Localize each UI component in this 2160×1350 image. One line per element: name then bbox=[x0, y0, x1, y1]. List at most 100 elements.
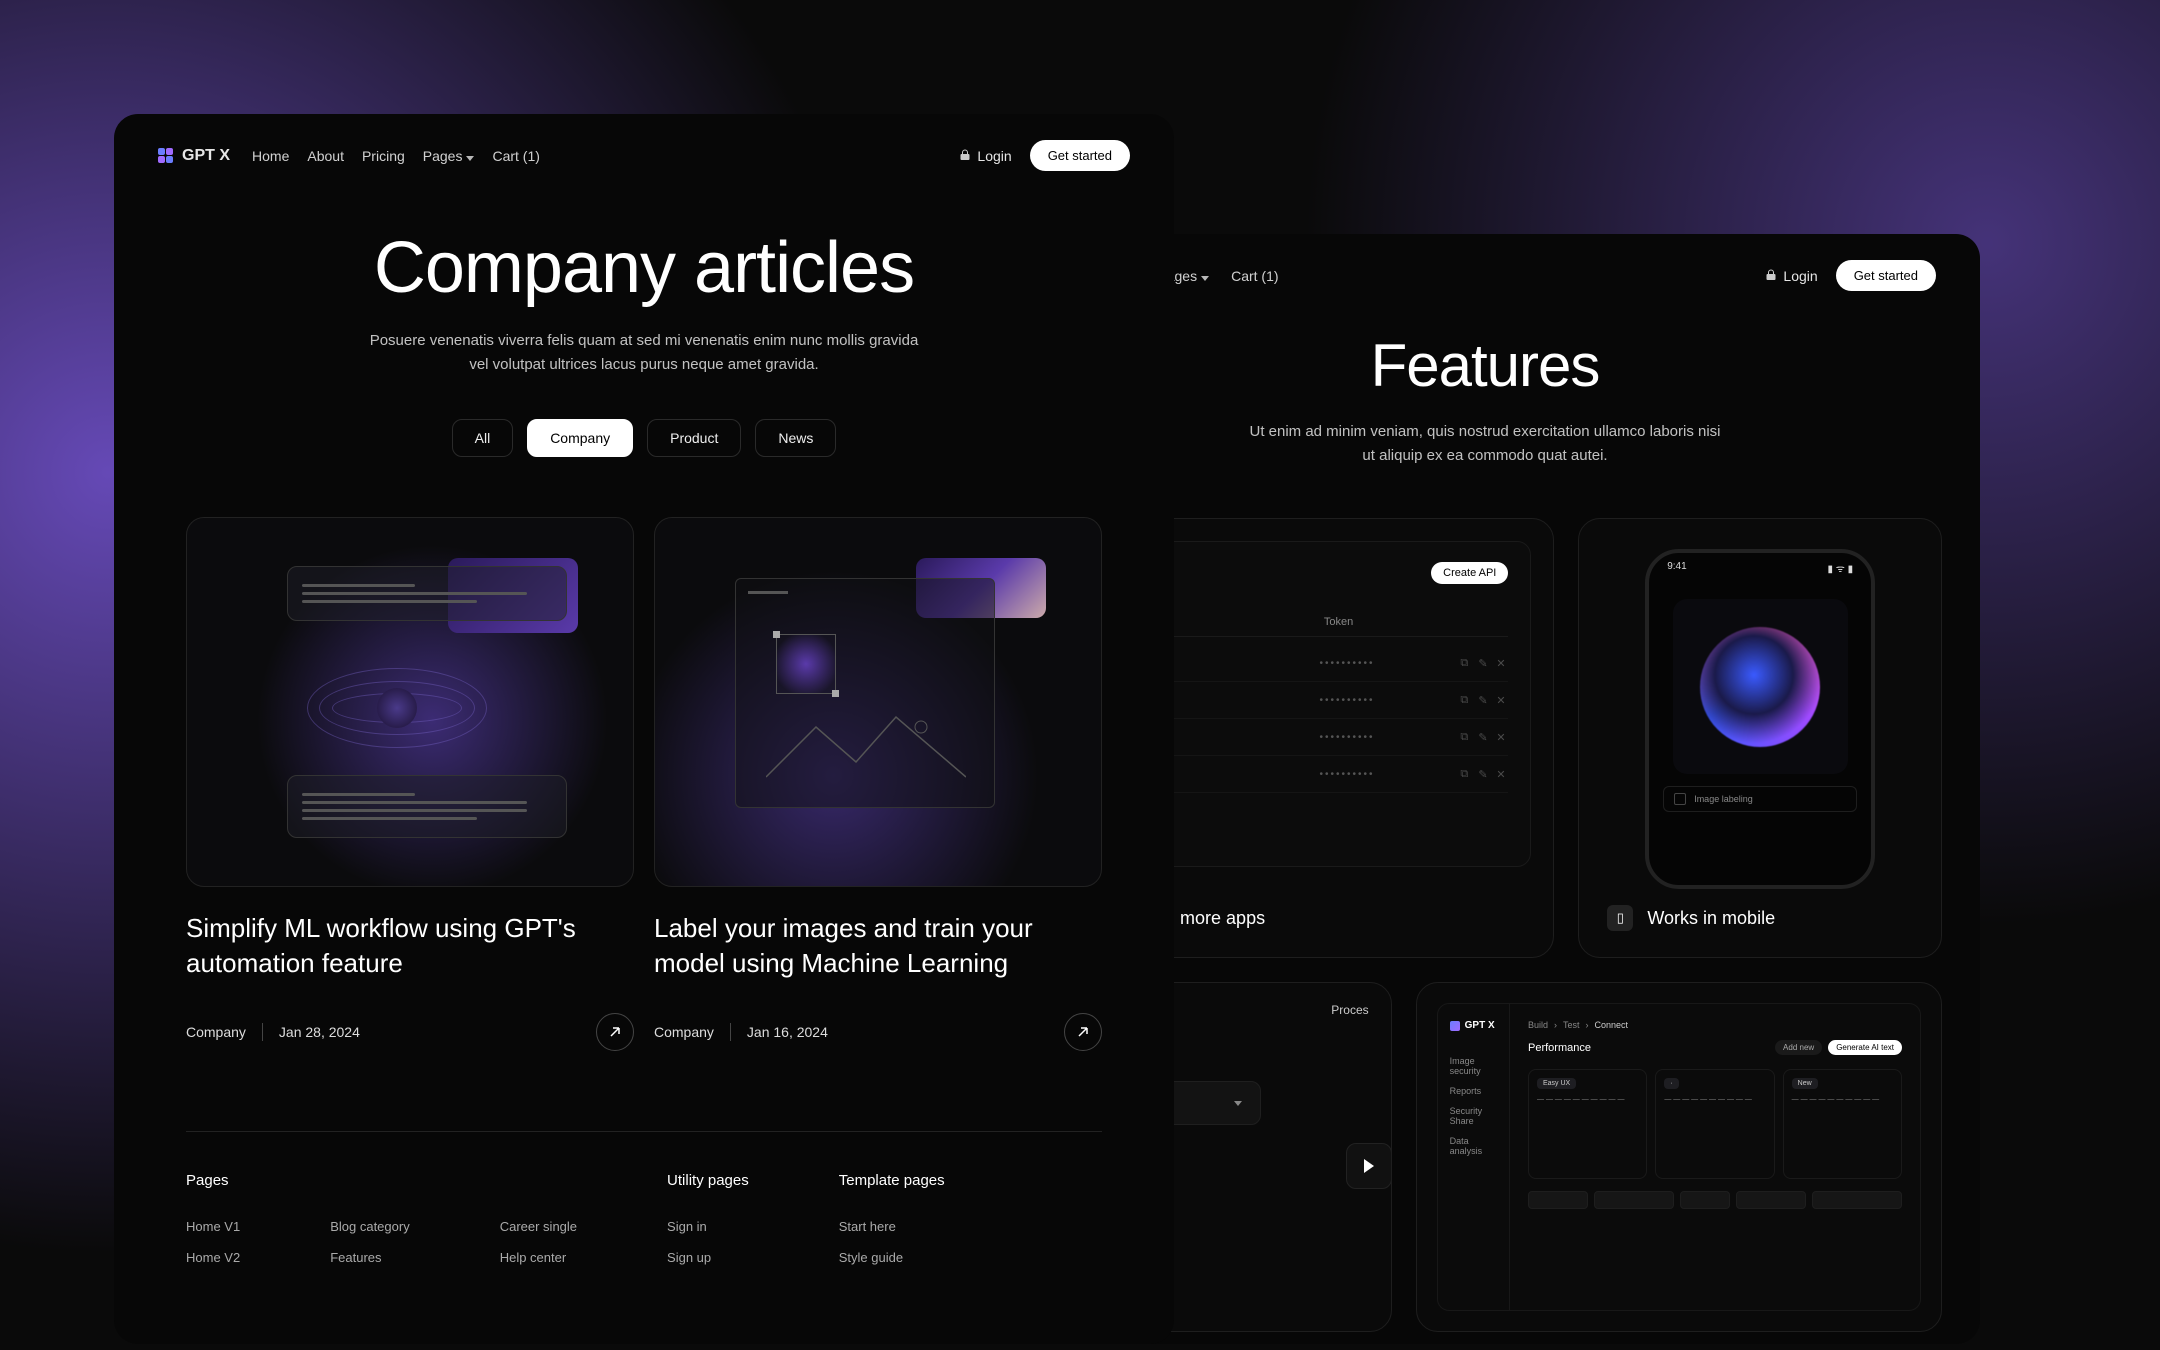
open-article-button[interactable] bbox=[596, 1013, 634, 1051]
dashboard-sidebar: GPT X Image security Reports Security Sh… bbox=[1438, 1004, 1510, 1310]
card-thumbnail bbox=[654, 517, 1102, 887]
kpi-tag: Easy UX bbox=[1537, 1078, 1576, 1089]
crumb[interactable]: Build bbox=[1528, 1020, 1548, 1030]
card-category: Company bbox=[186, 1024, 246, 1040]
footer-link[interactable]: Help center bbox=[500, 1250, 577, 1265]
nav-right: Login Get started bbox=[960, 140, 1130, 171]
edit-icon[interactable]: ✎ bbox=[1478, 768, 1490, 780]
meta-divider bbox=[262, 1023, 263, 1041]
th-token: Token bbox=[1314, 616, 1509, 628]
row-token: ••••••••••⧉✎✕ bbox=[1320, 731, 1509, 743]
side-item[interactable]: Security Share bbox=[1450, 1101, 1497, 1131]
row-token: ••••••••••⧉✎✕ bbox=[1320, 768, 1509, 780]
side-item[interactable]: Image security bbox=[1450, 1051, 1497, 1081]
nav-bar: GPT X Home About Pricing Pages Cart (1) … bbox=[114, 114, 1174, 197]
token-masked: •••••••••• bbox=[1320, 695, 1375, 706]
phone-list-item[interactable]: Image labeling bbox=[1663, 786, 1857, 812]
login-link[interactable]: Login bbox=[1766, 268, 1818, 284]
footer-col-2: Blog category Features bbox=[330, 1172, 410, 1281]
nav-link-pages[interactable]: Pages bbox=[423, 148, 475, 164]
article-card[interactable]: Label your images and train your model u… bbox=[654, 517, 1102, 1051]
dash-logo: GPT X bbox=[1450, 1020, 1497, 1031]
footer-link[interactable]: Style guide bbox=[839, 1250, 945, 1265]
nav-link-about[interactable]: About bbox=[307, 148, 344, 164]
copy-icon[interactable]: ⧉ bbox=[1460, 657, 1472, 669]
features-subtitle: Ut enim ad minim veniam, quis nostrud ex… bbox=[1245, 420, 1725, 468]
delete-icon[interactable]: ✕ bbox=[1496, 731, 1508, 743]
features-title: Features bbox=[1070, 331, 1900, 400]
footer-link[interactable]: Career single bbox=[500, 1219, 577, 1234]
footer-link[interactable]: Sign up bbox=[667, 1250, 749, 1265]
page-title: Company articles bbox=[194, 227, 1094, 309]
side-item[interactable]: Reports bbox=[1450, 1081, 1497, 1101]
edit-icon[interactable]: ✎ bbox=[1478, 731, 1490, 743]
kpi-card: ·— — — — — — — — — — bbox=[1655, 1069, 1774, 1179]
card-thumbnail bbox=[186, 517, 634, 887]
copy-icon[interactable]: ⧉ bbox=[1460, 731, 1472, 743]
copy-icon[interactable]: ⧉ bbox=[1460, 768, 1472, 780]
tab-product[interactable]: Product bbox=[647, 419, 741, 457]
get-started-button[interactable]: Get started bbox=[1030, 140, 1130, 171]
delete-icon[interactable]: ✕ bbox=[1496, 694, 1508, 706]
footer-link[interactable]: Start here bbox=[839, 1219, 945, 1234]
footer-heading: Utility pages bbox=[667, 1172, 749, 1189]
footer-link[interactable]: Features bbox=[330, 1250, 410, 1265]
crumb[interactable]: Test bbox=[1563, 1020, 1580, 1030]
delete-icon[interactable]: ✕ bbox=[1496, 657, 1508, 669]
footer-link[interactable]: Sign in bbox=[667, 1219, 749, 1234]
category-tabs: All Company Product News bbox=[194, 419, 1094, 457]
nav-link-home[interactable]: Home bbox=[252, 148, 289, 164]
footer-link[interactable]: Blog category bbox=[330, 1219, 410, 1234]
row-token: •••••••••• ⧉ ✎ ✕ bbox=[1320, 694, 1509, 706]
copy-icon[interactable]: ⧉ bbox=[1460, 694, 1472, 706]
article-cards: Simplify ML workflow using GPT's automat… bbox=[114, 457, 1174, 1051]
nav-link-pricing[interactable]: Pricing bbox=[362, 148, 405, 164]
phone-hero-image bbox=[1673, 599, 1848, 774]
footer-link[interactable]: Home V1 bbox=[186, 1219, 240, 1234]
footer-heading: Pages bbox=[186, 1172, 240, 1189]
file-process: Proces bbox=[1331, 1003, 1368, 1017]
nav-link-cart[interactable]: Cart (1) bbox=[492, 148, 539, 164]
article-card[interactable]: Simplify ML workflow using GPT's automat… bbox=[186, 517, 634, 1051]
kpi-card: New— — — — — — — — — — bbox=[1783, 1069, 1902, 1179]
tab-all[interactable]: All bbox=[452, 419, 514, 457]
edit-icon[interactable]: ✎ bbox=[1478, 694, 1490, 706]
dashboard-main: Build› Test› Connect Performance Add new… bbox=[1510, 1004, 1920, 1310]
kpi-text: — — — — — — — — — — bbox=[1537, 1095, 1638, 1106]
footer-links: Pages Home V1 Home V2 Blog category Feat… bbox=[114, 1132, 1174, 1281]
feature-b-label: Works in mobile bbox=[1647, 908, 1775, 929]
tab-news[interactable]: News bbox=[755, 419, 836, 457]
row-actions: ⧉ ✎ ✕ bbox=[1460, 731, 1508, 743]
orb-icon bbox=[377, 688, 417, 728]
tab-company[interactable]: Company bbox=[527, 419, 633, 457]
generate-button[interactable]: Generate AI text bbox=[1828, 1040, 1902, 1055]
get-started-button[interactable]: Get started bbox=[1836, 260, 1936, 291]
crop-handle bbox=[776, 634, 836, 694]
open-article-button[interactable] bbox=[1064, 1013, 1102, 1051]
nav-link-cart[interactable]: Cart (1) bbox=[1231, 268, 1278, 284]
orb-graphic bbox=[1700, 627, 1820, 747]
delete-icon[interactable]: ✕ bbox=[1496, 768, 1508, 780]
dashboard-mock: GPT X Image security Reports Security Sh… bbox=[1437, 1003, 1921, 1311]
create-api-button[interactable]: Create API bbox=[1431, 562, 1508, 584]
edit-icon[interactable]: ✎ bbox=[1478, 657, 1490, 669]
nav-links: Home About Pricing Pages Cart (1) bbox=[252, 148, 540, 164]
card-title: Simplify ML workflow using GPT's automat… bbox=[186, 911, 634, 981]
footer-link[interactable]: Home V2 bbox=[186, 1250, 240, 1265]
side-item[interactable]: Data analysis bbox=[1450, 1131, 1497, 1161]
pill-row bbox=[1528, 1191, 1902, 1209]
pill bbox=[1680, 1191, 1730, 1209]
add-new-button[interactable]: Add new bbox=[1775, 1040, 1822, 1055]
card-date: Jan 28, 2024 bbox=[279, 1024, 360, 1040]
login-link[interactable]: Login bbox=[960, 148, 1012, 164]
login-label: Login bbox=[1783, 268, 1817, 284]
lock-icon bbox=[960, 148, 970, 160]
brand-logo[interactable]: GPT X bbox=[158, 147, 230, 165]
feature-box-dashboard: GPT X Image security Reports Security Sh… bbox=[1416, 982, 1942, 1332]
crumb: Connect bbox=[1595, 1020, 1629, 1030]
pill bbox=[1812, 1191, 1902, 1209]
play-button[interactable] bbox=[1346, 1143, 1392, 1189]
kpi-tag: · bbox=[1664, 1078, 1678, 1089]
pill bbox=[1528, 1191, 1588, 1209]
meta-divider bbox=[730, 1023, 731, 1041]
